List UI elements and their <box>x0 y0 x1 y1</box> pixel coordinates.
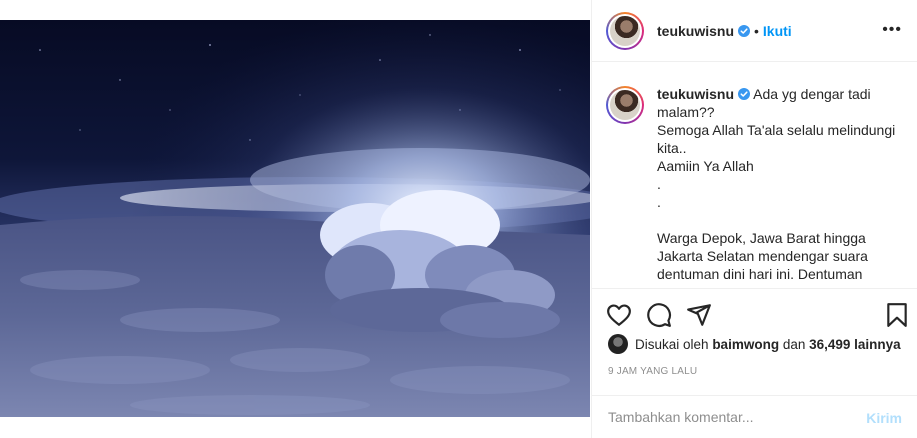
more-options-icon[interactable]: ••• <box>882 22 902 38</box>
caption-line: . <box>657 194 661 210</box>
caption-line: Semoga Allah Ta'ala selalu melindungi <box>657 122 896 138</box>
verified-badge-icon <box>738 88 751 100</box>
avatar-photo <box>610 15 640 46</box>
caption-line: Ada yg dengar tadi <box>753 86 871 102</box>
likes-summary: Disukai oleh baimwong dan 36,499 lainnya <box>608 334 901 354</box>
caption-line: malam?? <box>657 104 715 120</box>
caption-line: . <box>657 176 661 192</box>
comment-icon[interactable] <box>646 302 672 328</box>
verified-badge-icon <box>738 24 751 37</box>
caption-username[interactable]: teukuwisnu <box>657 86 734 102</box>
caption-line: dentuman dini hari ini. Dentuman <box>657 266 863 282</box>
post-comment-button[interactable]: Kirim <box>866 410 902 426</box>
author-username[interactable]: teukuwisnu <box>657 23 734 39</box>
comment-input[interactable] <box>608 409 848 425</box>
post-image[interactable] <box>0 20 590 417</box>
author-avatar[interactable] <box>606 11 644 50</box>
liker-username[interactable]: baimwong <box>712 337 779 352</box>
bookmark-icon[interactable] <box>884 302 910 328</box>
post-timestamp[interactable]: 9 JAM YANG LALU <box>608 366 697 377</box>
post-caption: teukuwisnu Ada yg dengar tadi malam?? Se… <box>657 85 904 287</box>
caption-line: Jakarta Selatan mendengar suara <box>657 248 868 264</box>
caption-line <box>657 211 904 229</box>
action-bar <box>592 288 917 338</box>
comments-section: teukuwisnu Ada yg dengar tadi malam?? Se… <box>592 63 917 287</box>
likes-connector: dan <box>782 336 806 352</box>
add-comment-form: Kirim <box>592 395 917 438</box>
caption-line: Warga Depok, Jawa Barat hingga <box>657 230 866 246</box>
caption-author-avatar[interactable] <box>606 86 644 124</box>
avatar-photo <box>610 90 640 120</box>
likes-prefix: Disukai oleh <box>635 336 709 352</box>
storm-cloud-photo <box>0 20 590 417</box>
heart-icon[interactable] <box>606 302 632 328</box>
post-header: teukuwisnu • Ikuti ••• <box>592 0 917 62</box>
share-icon[interactable] <box>686 302 712 328</box>
header-separator: • <box>754 22 759 39</box>
likes-count[interactable]: 36,499 lainnya <box>809 337 901 352</box>
caption-line: Aamiin Ya Allah <box>657 158 754 174</box>
follow-button[interactable]: Ikuti <box>763 23 792 39</box>
post-sidebar: teukuwisnu • Ikuti ••• teukuwisnu Ada yg… <box>591 0 917 438</box>
caption-line: kita.. <box>657 140 687 156</box>
liker-avatar[interactable] <box>608 334 628 354</box>
